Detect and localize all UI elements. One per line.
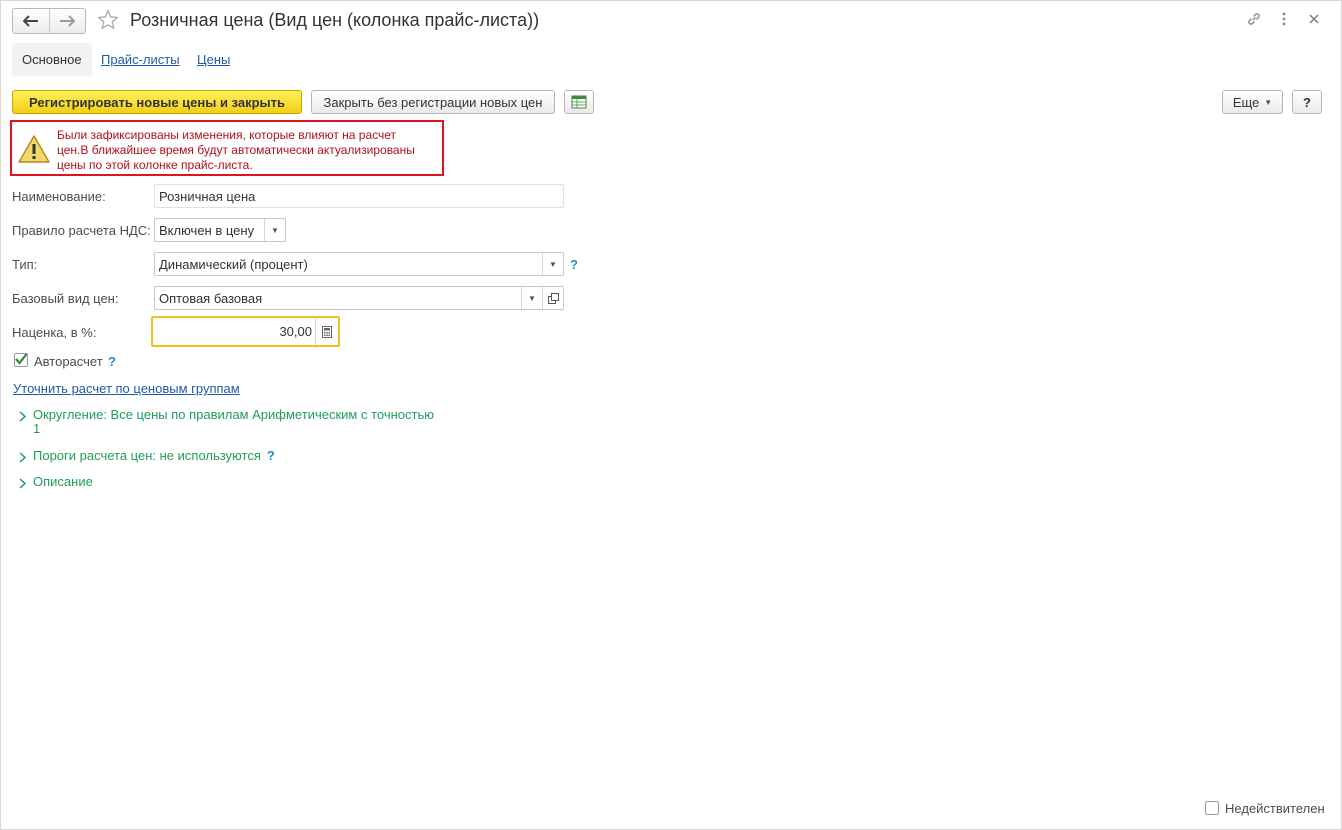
chevron-down-icon[interactable]: ▼ [264,219,285,241]
tab-price-lists[interactable]: Прайс-листы [91,43,190,76]
star-icon [97,9,119,30]
tab-prices[interactable]: Цены [187,43,240,76]
open-window-icon [547,292,559,304]
description-group[interactable]: Описание [15,475,93,491]
chevron-down-icon[interactable]: ▼ [542,253,563,275]
report-button[interactable] [564,90,594,114]
navigation-buttons [12,8,86,34]
base-price-select[interactable]: Оптовая базовая ▼ [154,286,564,310]
markup-label: Наценка, в %: [12,325,97,340]
autocalc-label[interactable]: Авторасчет [34,354,103,369]
arrow-left-icon [22,15,38,27]
thresholds-help-icon[interactable]: ? [267,449,275,463]
warning-line-2: цен.В ближайшее время будут автоматическ… [57,143,415,157]
chevron-right-icon [15,408,29,424]
name-label: Наименование: [12,189,106,204]
thresholds-group[interactable]: Пороги расчета цен: не используются ? [15,449,275,465]
refine-by-price-groups-link[interactable]: Уточнить расчет по ценовым группам [13,381,240,396]
inactive-label[interactable]: Недействителен [1225,801,1325,816]
rounding-line-2: 1 [33,421,41,436]
tab-main[interactable]: Основное [12,43,92,76]
back-button[interactable] [13,9,49,33]
help-button[interactable]: ? [1292,90,1322,114]
rounding-line-1: Округление: Все цены по правилам Арифмет… [33,407,434,422]
chevron-right-icon [15,475,29,491]
markup-field[interactable]: 30,00 [151,316,340,347]
base-price-value: Оптовая базовая [159,290,263,306]
name-value: Розничная цена [159,188,256,204]
type-label: Тип: [12,257,38,272]
vat-rule-select[interactable]: Включен в цену ▼ [154,218,286,242]
calculator-button[interactable] [315,318,338,345]
warning-icon [18,135,50,163]
chevron-down-icon[interactable]: ▼ [521,287,542,309]
warning-line-3: цены по этой колонке прайс-листа. [57,158,253,172]
vat-rule-value: Включен в цену [159,222,255,238]
rounding-group[interactable]: Округление: Все цены по правилам Арифмет… [15,408,434,436]
page-title: Розничная цена (Вид цен (колонка прайс-л… [130,10,540,30]
vat-rule-label: Правило расчета НДС: [12,223,151,238]
calculator-icon [322,325,332,338]
close-button[interactable] [1305,10,1323,28]
warning-text: Были зафиксированы изменения, которые вл… [57,128,443,173]
register-and-close-button[interactable]: Регистрировать новые цены и закрыть [12,90,302,114]
warning-message: Были зафиксированы изменения, которые вл… [10,120,444,176]
base-price-label: Базовый вид цен: [12,291,119,306]
more-icon [1282,12,1286,26]
autocalc-checkbox[interactable] [14,353,28,367]
more-menu-button[interactable] [1275,10,1293,28]
markup-value: 30,00 [279,324,312,339]
table-icon [571,95,587,109]
close-icon [1309,14,1319,24]
autocalc-help-icon[interactable]: ? [108,354,116,369]
link-icon [1248,13,1260,25]
favorite-button[interactable] [96,8,120,32]
open-button[interactable] [542,287,563,309]
chevron-down-icon: ▼ [1264,97,1273,107]
close-without-register-button[interactable]: Закрыть без регистрации новых цен [311,90,555,114]
description-group-title: Описание [33,474,93,489]
type-value: Динамический (процент) [159,256,308,272]
thresholds-group-title: Пороги расчета цен: не используются [33,448,261,463]
type-select[interactable]: Динамический (процент) ▼ [154,252,564,276]
more-button[interactable]: Еще ▼ [1222,90,1283,114]
type-help-icon[interactable]: ? [570,257,578,272]
inactive-checkbox[interactable] [1205,801,1219,815]
forward-button[interactable] [48,9,86,33]
name-field[interactable]: Розничная цена [154,184,564,208]
more-button-label: Еще [1232,94,1260,110]
chevron-right-icon [15,449,29,465]
link-button[interactable] [1245,10,1263,28]
arrow-right-icon [60,15,76,27]
warning-line-1: Были зафиксированы изменения, которые вл… [57,128,397,142]
check-icon [15,353,28,365]
rounding-group-title: Округление: Все цены по правилам Арифмет… [33,408,434,436]
